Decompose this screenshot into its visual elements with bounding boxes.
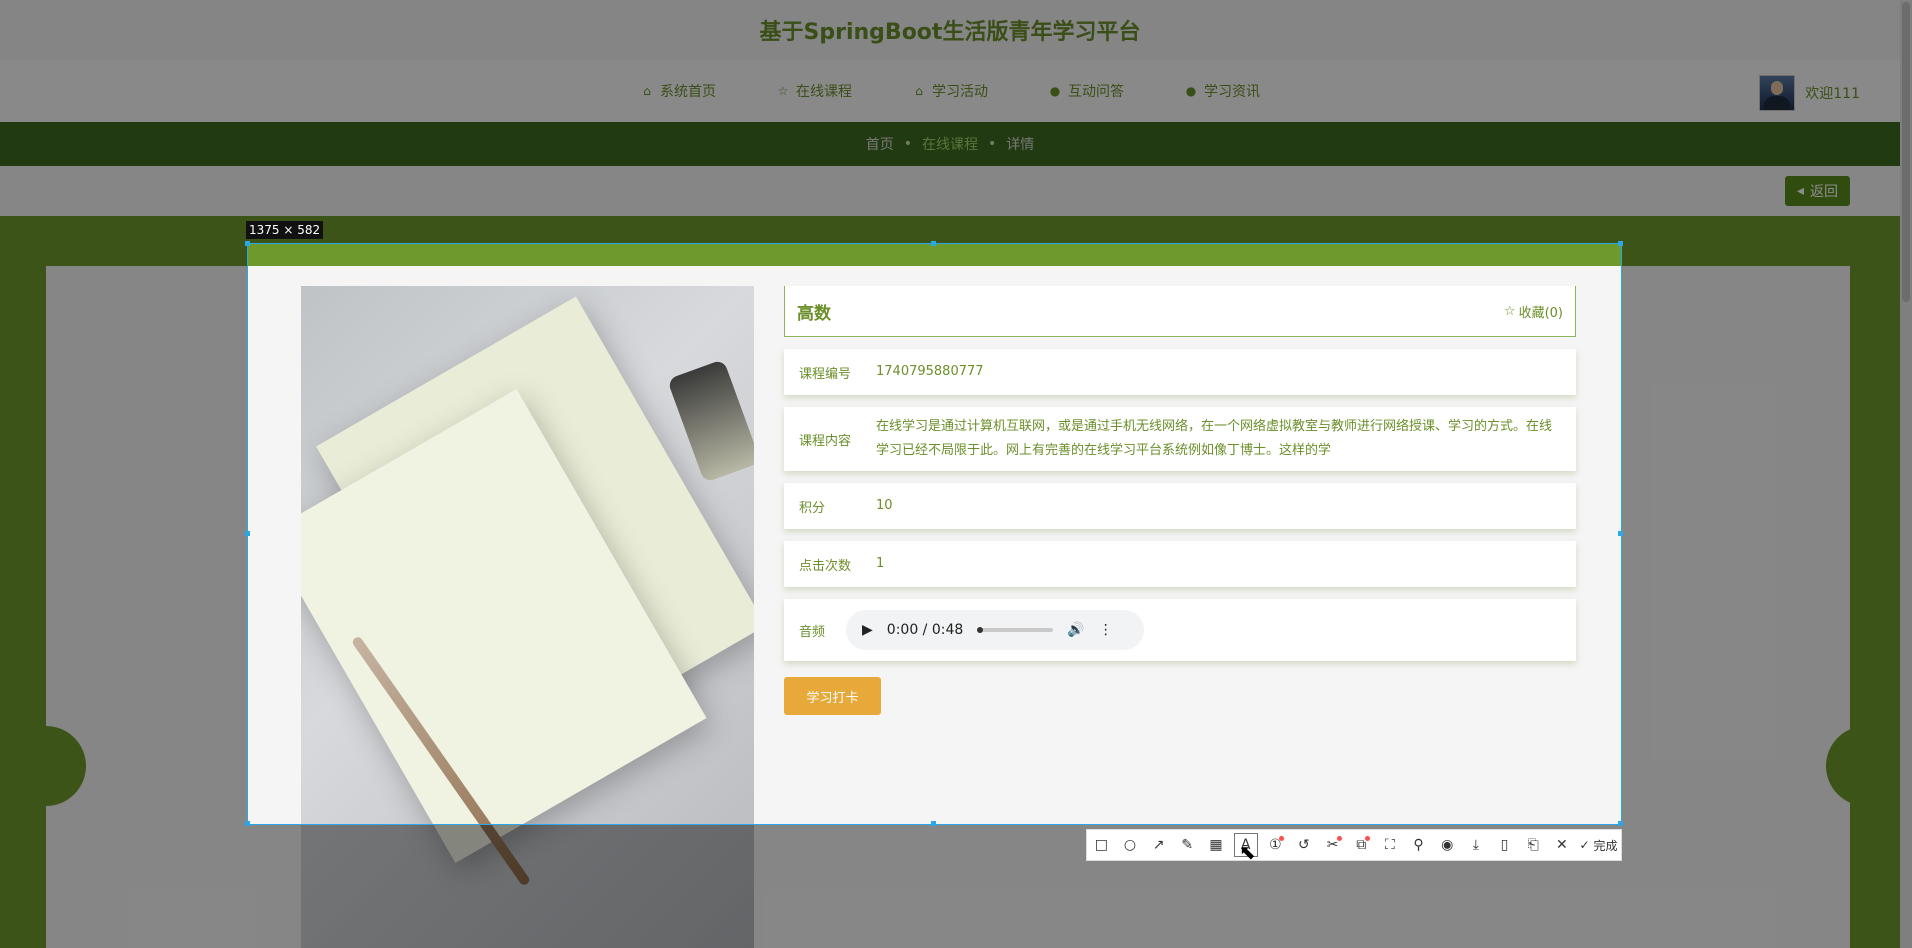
nav-item-label: 在线课程: [796, 84, 852, 100]
undo-icon[interactable]: ↺: [1293, 834, 1315, 856]
resize-handle[interactable]: [1618, 241, 1623, 246]
star-icon: ☆: [777, 84, 789, 98]
nav-item-qa[interactable]: ● 互动问答: [1048, 81, 1124, 101]
resize-handle[interactable]: [245, 241, 250, 246]
resize-handle[interactable]: [931, 821, 936, 826]
ellipse-icon[interactable]: ○: [1119, 834, 1141, 856]
top-header: 基于SpringBoot生活版青年学习平台: [0, 0, 1900, 60]
close-icon[interactable]: ✕: [1551, 834, 1573, 856]
breadcrumb-home[interactable]: 首页: [866, 134, 894, 154]
breadcrumb-bar: 首页 • 在线课程 • 详情: [0, 122, 1900, 166]
phone-icon[interactable]: ▯: [1494, 834, 1516, 856]
translate-icon[interactable]: ⧉: [1350, 834, 1372, 856]
mouse-cursor-icon: ⬉: [1239, 840, 1256, 864]
mosaic-icon[interactable]: ▦: [1205, 834, 1227, 856]
back-bar: ◂ 返回: [0, 166, 1900, 216]
arrow-icon[interactable]: ↗: [1148, 834, 1170, 856]
download-icon[interactable]: ⤓: [1465, 834, 1487, 856]
pencil-icon[interactable]: ✎: [1176, 834, 1198, 856]
back-button-label: 返回: [1810, 184, 1838, 200]
done-label: 完成: [1593, 838, 1618, 853]
caret-left-icon: ◂: [1796, 183, 1804, 199]
check-icon: ✓: [1579, 838, 1590, 852]
site-title: 基于SpringBoot生活版青年学习平台: [759, 20, 1141, 45]
info-icon: ●: [1049, 84, 1061, 98]
user-menu[interactable]: 欢迎111: [1759, 75, 1860, 111]
nav-item-label: 学习资讯: [1204, 84, 1260, 100]
resize-handle[interactable]: [1618, 531, 1623, 536]
selection-size-label: 1375 × 582: [246, 221, 324, 239]
record-icon[interactable]: ◉: [1436, 834, 1458, 856]
nav-item-news[interactable]: ● 学习资讯: [1184, 81, 1260, 101]
nav-item-label: 系统首页: [660, 84, 716, 100]
resize-handle[interactable]: [931, 241, 936, 246]
done-button[interactable]: ✓ 完成: [1579, 837, 1617, 854]
bag-icon: ⌂: [915, 84, 923, 98]
breadcrumb-courses[interactable]: 在线课程: [922, 134, 978, 154]
navigation-bar: ⌂ 系统首页 ☆ 在线课程 ⌂ 学习活动 ● 互动问答 ● 学习资讯 欢迎111: [0, 60, 1900, 123]
breadcrumb: 首页 • 在线课程 • 详情: [866, 134, 1035, 154]
nav-item-label: 互动问答: [1068, 84, 1124, 100]
nav-item-home[interactable]: ⌂ 系统首页: [640, 81, 716, 101]
decor-left: [0, 726, 86, 806]
rectangle-icon[interactable]: □: [1090, 834, 1112, 856]
welcome-text: 欢迎111: [1805, 86, 1860, 102]
avatar[interactable]: [1759, 75, 1796, 111]
resize-handle[interactable]: [245, 821, 250, 826]
nav-item-online-courses[interactable]: ☆ 在线课程: [776, 81, 852, 101]
resize-handle[interactable]: [1618, 821, 1623, 826]
breadcrumb-separator: •: [988, 136, 997, 152]
scissors-icon[interactable]: ✂: [1322, 834, 1344, 856]
breadcrumb-separator: •: [903, 136, 912, 152]
number-icon[interactable]: ①: [1264, 834, 1286, 856]
resize-handle[interactable]: [245, 531, 250, 536]
main-nav: ⌂ 系统首页 ☆ 在线课程 ⌂ 学习活动 ● 互动问答 ● 学习资讯: [0, 60, 1900, 122]
nav-item-activities[interactable]: ⌂ 学习活动: [912, 81, 988, 101]
page-scrollbar[interactable]: [1900, 0, 1912, 948]
selection-rectangle[interactable]: [247, 243, 1622, 825]
back-button[interactable]: ◂ 返回: [1784, 176, 1850, 206]
pin-icon[interactable]: ⚲: [1408, 834, 1430, 856]
ocr-icon[interactable]: ⛶: [1379, 834, 1401, 856]
home-icon: ⌂: [643, 84, 651, 98]
bookmark-icon[interactable]: ⎗: [1522, 834, 1544, 856]
question-icon: ●: [1185, 84, 1197, 98]
nav-item-label: 学习活动: [932, 84, 988, 100]
screenshot-toolbar: □ ○ ↗ ✎ ▦ A ① ↺ ✂ ⧉ ⛶ ⚲ ◉ ⤓ ▯ ⎗ ✕ ✓ 完成: [1086, 829, 1622, 861]
breadcrumb-current: 详情: [1006, 137, 1035, 153]
